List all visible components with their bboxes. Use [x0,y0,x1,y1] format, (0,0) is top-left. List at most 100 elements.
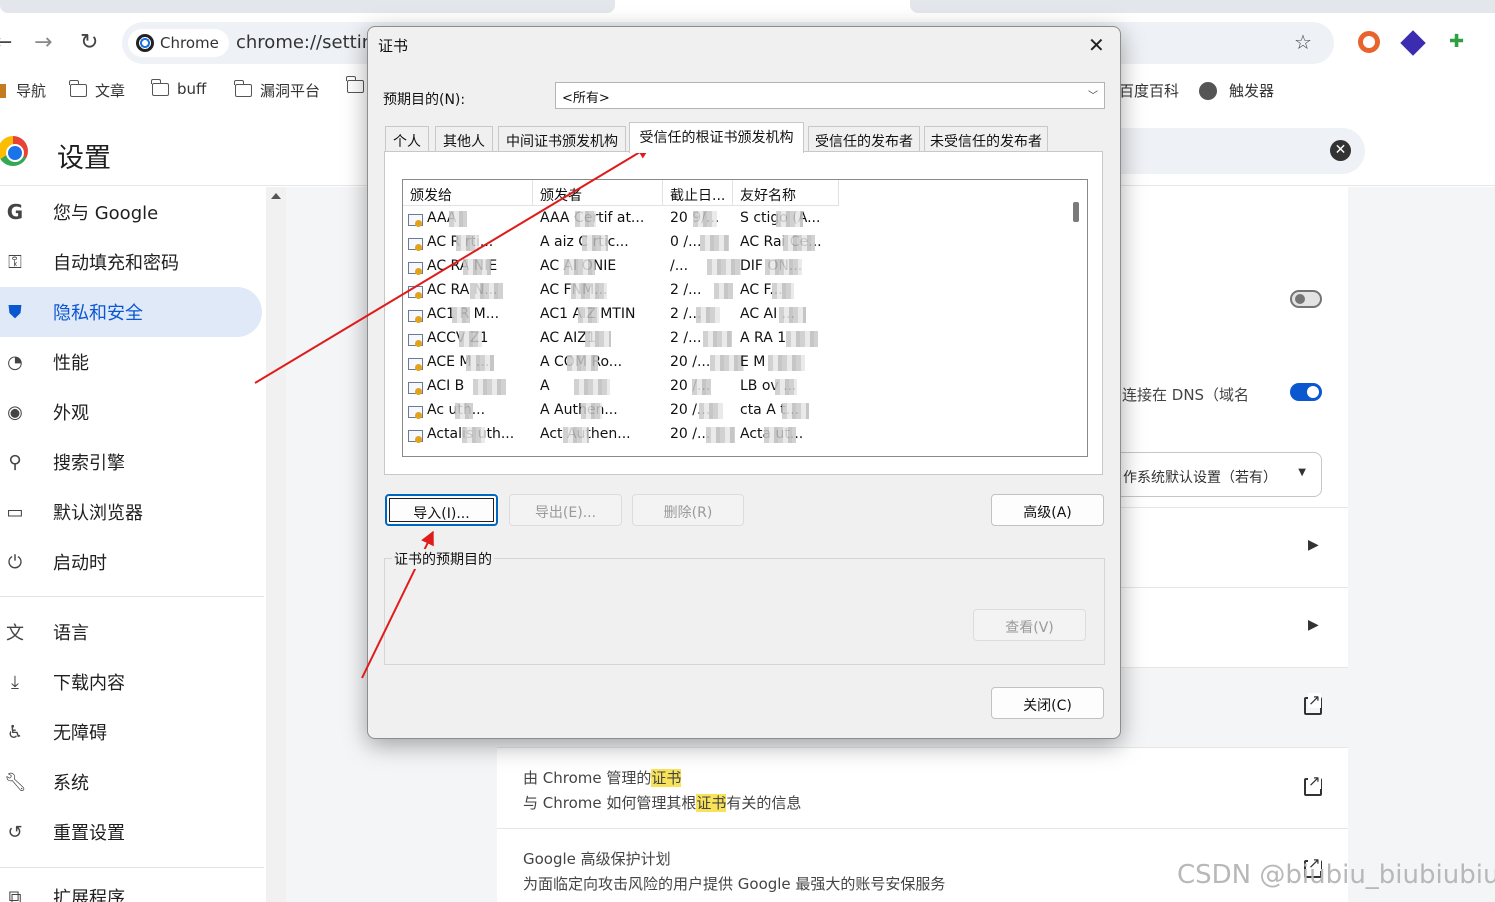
export-button[interactable]: 导出(E)... [509,494,622,526]
sidebar-item-accessibility[interactable]: ♿ 无障碍 [0,707,262,757]
close-icon[interactable]: ✕ [1088,33,1105,57]
sidebar-divider [0,596,264,597]
table-row[interactable]: AC R rti...A aiz C rtic...0 /...AC Rai C… [403,231,1073,255]
watermark: CSDN @biubiu_biubiubiu [1177,860,1495,890]
table-row[interactable]: AC RA N...AC FNM...2 /...AC F... [403,279,1073,303]
dns-setting-text: 连接在 DNS（域名 [1122,386,1250,404]
sidebar-item-extensions[interactable]: ⧉ 扩展程序 [0,877,262,902]
advanced-button[interactable]: 高级(A) [991,494,1104,526]
table-row[interactable]: ACI B A 20 /... LB ov ... [403,375,1073,399]
extension-plus-icon[interactable]: ✚ [1449,31,1471,53]
chevron-right-icon[interactable]: ▶ [1308,617,1319,633]
sidebar-item-autofill[interactable]: ⚿ 自动填充和密码 [0,237,262,287]
sidebar-item-reset[interactable]: ↺ 重置设置 [0,807,262,857]
import-button[interactable]: 导入(I)... [385,494,498,526]
scroll-up-arrow-icon[interactable] [271,193,281,199]
sidebar-item-label: 扩展程序 [53,888,125,902]
translate-icon: 文 [6,623,24,644]
sidebar-item-privacy[interactable]: ⛊ 隐私和安全 [0,287,262,337]
column-issued-to[interactable]: 颁发给 [403,180,533,206]
sidebar-item-performance[interactable]: ◔ 性能 [0,337,262,387]
purpose-label: 预期目的(N): [383,92,466,108]
extension-ring-icon[interactable] [1358,31,1380,53]
column-expiration[interactable]: 截止日... [663,180,733,206]
reload-icon[interactable]: ↻ [80,30,98,56]
table-row[interactable]: ACCV Z1 AC AIZ1 2 /... A RA 1 [403,327,1073,351]
redaction-mosaic [710,355,744,371]
forward-arrow-icon[interactable]: → [34,30,52,56]
chevron-right-icon[interactable]: ▶ [1308,537,1319,553]
scrollbar-thumb[interactable] [1073,202,1079,222]
sidebar-item-language[interactable]: 文 语言 [0,607,262,657]
bookmark-trigger[interactable]: 触发器 [1199,80,1274,101]
view-button[interactable]: 查看(V) [973,609,1086,641]
bookmark-folder[interactable]: 漏洞平台 [234,80,320,101]
redaction-mosaic [581,403,602,419]
redaction-mosaic [574,379,610,395]
close-button[interactable]: 关闭(C) [991,687,1104,719]
redaction-mosaic [582,235,608,251]
tab-other-people[interactable]: 其他人 [435,126,493,152]
site-chip-label: Chrome [160,34,219,52]
table-row[interactable]: AC1 R M...AC1 AIZ MTIN2 /...AC AI ... [403,303,1073,327]
sidebar-item-appearance[interactable]: ◉ 外观 [0,387,262,437]
certificate-list[interactable]: 颁发给 颁发者 截止日... 友好名称 AAAAAA Certif at...2… [402,179,1088,457]
sidebar-item-google[interactable]: G 您与 Google [0,187,262,237]
sidebar-item-startup[interactable]: ⏻ 启动时 [0,537,262,587]
column-friendly-name[interactable]: 友好名称 [733,180,839,206]
clear-search-icon[interactable]: ✕ [1330,140,1351,161]
site-chip[interactable]: Chrome [128,29,229,57]
redaction-mosaic [706,427,735,443]
folder-icon [234,80,252,97]
palette-icon: ◉ [7,401,23,423]
tab-untrusted-publishers[interactable]: 未受信任的发布者 [924,126,1048,152]
table-row[interactable]: Ac uth...A Authen...20 /...cta A t... [403,399,1073,423]
bookmark-label: 百度百科 [1119,82,1180,100]
bookmark-folder[interactable]: 文章 [69,80,125,101]
redaction-mosaic [463,259,491,275]
purpose-combobox[interactable]: <所有> ﹀ [555,82,1105,109]
column-issued-by[interactable]: 颁发者 [533,180,663,206]
open-external-icon[interactable] [1304,693,1322,715]
sidebar-item-search-engine[interactable]: ⚲ 搜索引擎 [0,437,262,487]
back-arrow-icon[interactable]: ← [0,30,12,56]
sidebar-item-label: 下载内容 [53,673,125,694]
dns-toggle-on[interactable] [1290,383,1322,401]
tab-intermediate-ca[interactable]: 中间证书颁发机构 [498,126,626,152]
redaction-mosaic [564,259,595,275]
browser-tab[interactable] [910,0,1495,13]
bookmark-nav[interactable]: 导航 [0,80,46,101]
setting-toggle-off[interactable] [1290,290,1322,308]
tab-trusted-publishers[interactable]: 受信任的发布者 [808,126,920,152]
redaction-mosaic [571,283,607,299]
sidebar-item-default-browser[interactable]: ▭ 默认浏览器 [0,487,262,537]
table-row[interactable]: Actalis uth...Act Authen...20 /...Acta u… [403,423,1073,447]
folder-icon [151,78,169,96]
browser-tab[interactable] [0,0,615,13]
settings-search-input[interactable] [1105,128,1365,174]
table-row[interactable]: ACE M ...A COM Ro...20 /...E M [403,351,1073,375]
remove-button[interactable]: 删除(R) [632,494,744,526]
bookmark-baike[interactable]: 百度百科 [1119,80,1179,101]
bookmark-star-icon[interactable]: ☆ [1294,30,1312,54]
sidebar-item-system[interactable]: 🔧︎ 系统 [0,757,262,807]
sidebar-item-label: 外观 [53,403,89,424]
redaction-mosaic [563,427,589,443]
tab-trusted-root-ca[interactable]: 受信任的根证书颁发机构 [629,122,804,153]
table-row[interactable]: AC RA NIEAC AI ONIE/...DIF ON... [403,255,1073,279]
sidebar-item-downloads[interactable]: ⤓ 下载内容 [0,657,262,707]
list-scrollbar[interactable] [1069,180,1087,456]
table-cell: AC1 R M... [427,306,500,322]
dns-provider-dropdown[interactable]: 作系统默认设置（若有） ▼ [1110,452,1322,497]
open-external-icon[interactable] [1304,774,1322,796]
tab-personal[interactable]: 个人 [385,126,429,152]
table-cell: AC R rti... [427,234,493,250]
redaction-mosaic [714,283,733,299]
bookmark-folder[interactable]: buff [151,78,206,98]
cert-desc-text: 与 Chrome 如何管理其根 [523,794,697,812]
table-cell: Act Authen... [540,426,631,442]
search-highlight: 证书 [651,769,682,787]
redaction-mosaic [459,331,482,347]
table-row[interactable]: AAAAAA Certif at...20 9/...S ctigo (A... [403,207,1073,231]
sidebar-scrollbar[interactable] [266,187,286,902]
